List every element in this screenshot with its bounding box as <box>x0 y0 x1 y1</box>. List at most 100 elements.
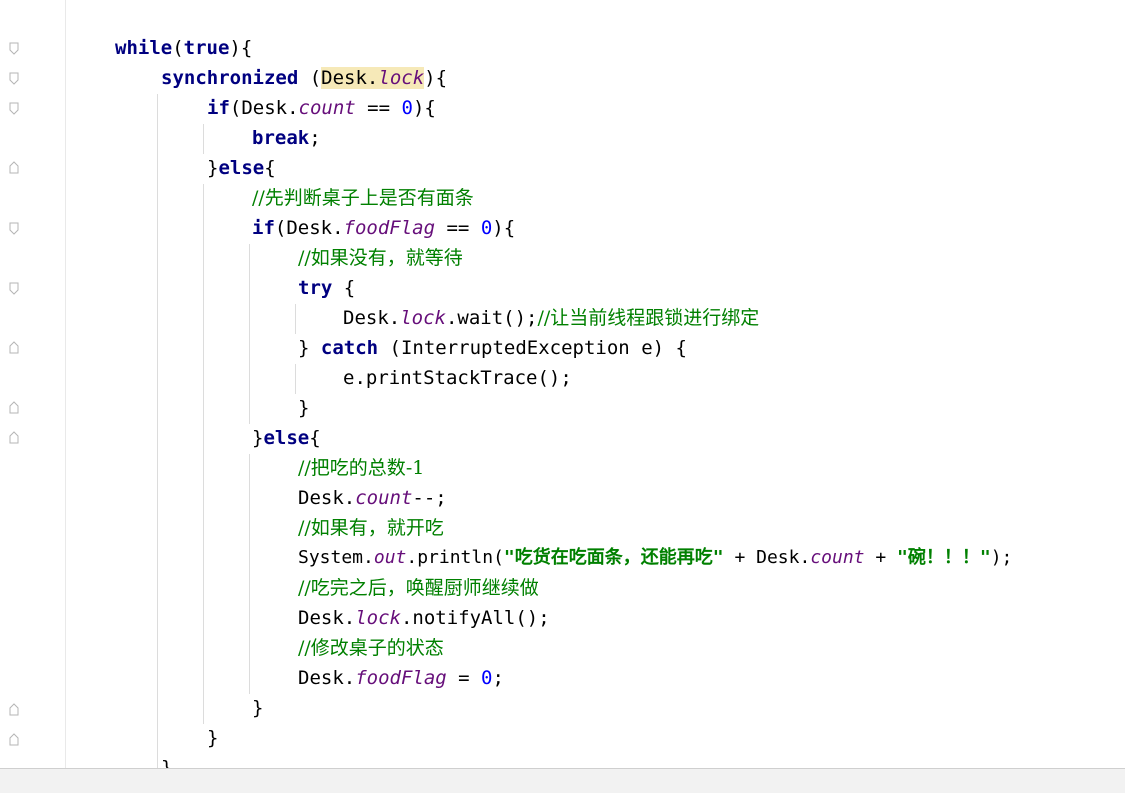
code-token: } <box>252 697 264 719</box>
code-token: ( <box>172 37 184 59</box>
code-token: } <box>207 157 219 179</box>
indent-guide <box>295 364 296 394</box>
fold-end-icon[interactable] <box>9 732 19 746</box>
code-token: //先判断桌子上是否有面条 <box>252 187 474 209</box>
code-token: .wait(); <box>445 307 538 329</box>
fold-end-icon[interactable] <box>9 702 19 716</box>
fold-end-icon[interactable] <box>9 400 19 414</box>
code-token: count <box>355 487 413 509</box>
fold-icon[interactable] <box>9 72 19 86</box>
gutter-separator <box>65 0 66 768</box>
code-token: (Desk. <box>229 97 299 119</box>
code-token: --; <box>412 487 447 509</box>
code-token: //如果有，就开吃 <box>298 517 444 539</box>
code-line[interactable]: Desk.lock.notifyAll(); <box>298 603 550 633</box>
code-token: //修改桌子的状态 <box>298 637 444 659</box>
code-token: ){ <box>492 217 516 239</box>
code-token: System. <box>298 547 374 568</box>
code-token: true <box>183 37 230 59</box>
code-token: + Desk. <box>723 547 811 568</box>
horizontal-scrollbar[interactable] <box>0 768 1125 793</box>
fold-end-icon[interactable] <box>9 340 19 354</box>
indent-guide <box>157 94 158 768</box>
code-token: while <box>115 37 173 59</box>
code-token: + <box>864 547 898 568</box>
code-line[interactable]: e.printStackTrace(); <box>343 363 572 393</box>
fold-end-icon[interactable] <box>9 160 19 174</box>
code-token: } <box>298 397 310 419</box>
code-line[interactable]: //修改桌子的状态 <box>298 633 444 663</box>
code-line[interactable]: //如果没有，就等待 <box>298 243 463 273</box>
code-token: } <box>207 727 219 749</box>
code-token: "吃货在吃面条，还能再吃" <box>503 547 724 568</box>
code-token: } <box>161 757 173 768</box>
code-editor[interactable]: while(true){ synchronized (Desk.lock){ i… <box>0 0 1125 768</box>
code-token: } <box>252 427 264 449</box>
code-line[interactable]: while(true){ <box>115 33 252 63</box>
code-token: -1 <box>405 457 425 479</box>
code-token: .println( <box>406 547 504 568</box>
code-token: //把吃的总数 <box>298 457 406 479</box>
code-line[interactable]: break; <box>252 123 321 153</box>
code-token: ){ <box>424 67 448 89</box>
code-token: } <box>298 337 321 359</box>
fold-icon[interactable] <box>9 222 19 236</box>
code-token: if <box>207 97 230 119</box>
code-line[interactable]: } <box>298 393 309 423</box>
code-token: else <box>218 157 265 179</box>
code-token: ; <box>309 127 321 149</box>
code-token: else <box>263 427 310 449</box>
code-line[interactable]: //把吃的总数-1 <box>298 453 424 483</box>
code-line[interactable]: System.out.println("吃货在吃面条，还能再吃" + Desk.… <box>298 543 1012 573</box>
code-token: try <box>298 277 333 299</box>
code-token: 0 <box>481 667 493 689</box>
code-token: { <box>309 427 321 449</box>
code-token: Desk. <box>298 607 356 629</box>
code-line[interactable]: } catch (InterruptedException e) { <box>298 333 687 363</box>
indent-guide <box>249 454 250 694</box>
code-token: //让当前线程跟锁进行绑定 <box>537 307 760 329</box>
code-line[interactable]: synchronized (Desk.lock){ <box>161 63 447 93</box>
code-token: { <box>264 157 276 179</box>
code-token: ); <box>990 547 1013 568</box>
indent-guide <box>249 244 250 424</box>
code-token: ){ <box>229 37 253 59</box>
code-token: //吃完之后，唤醒厨师继续做 <box>298 577 539 599</box>
code-token: { <box>332 277 356 299</box>
fold-end-icon[interactable] <box>9 430 19 444</box>
code-line[interactable]: if(Desk.foodFlag == 0){ <box>252 213 515 243</box>
indent-guide <box>203 184 204 724</box>
code-token: Desk. <box>298 667 356 689</box>
code-token: = <box>446 667 482 689</box>
code-line[interactable]: try { <box>298 273 355 303</box>
code-token: Desk. <box>298 487 356 509</box>
code-line[interactable]: //吃完之后，唤醒厨师继续做 <box>298 573 539 603</box>
code-line[interactable]: }else{ <box>252 423 321 453</box>
code-token: e.printStackTrace(); <box>343 367 572 389</box>
code-line[interactable]: //如果有，就开吃 <box>298 513 444 543</box>
code-token: (Desk. <box>274 217 344 239</box>
code-line[interactable]: }else{ <box>207 153 276 183</box>
code-line[interactable]: } <box>161 753 172 768</box>
fold-icon[interactable] <box>9 102 19 116</box>
fold-icon[interactable] <box>9 282 19 296</box>
code-line[interactable]: if(Desk.count == 0){ <box>207 93 436 123</box>
code-token: 0 <box>480 217 493 239</box>
code-line[interactable]: } <box>252 693 263 723</box>
code-line[interactable]: Desk.count--; <box>298 483 447 513</box>
code-token: ( <box>298 67 322 89</box>
code-line[interactable]: Desk.foodFlag = 0; <box>298 663 504 693</box>
code-line[interactable]: //先判断桌子上是否有面条 <box>252 183 474 213</box>
code-token: == <box>435 217 481 239</box>
code-token: foodFlag <box>355 667 447 689</box>
code-token: (InterruptedException e) { <box>378 337 687 359</box>
fold-icon[interactable] <box>9 42 19 56</box>
code-token: ){ <box>412 97 436 119</box>
code-line[interactable]: Desk.lock.wait();//让当前线程跟锁进行绑定 <box>343 303 759 333</box>
code-token: synchronized <box>161 67 299 89</box>
code-token: lock <box>400 307 446 329</box>
code-token: catch <box>320 337 379 359</box>
code-token: foodFlag <box>343 217 436 239</box>
code-line[interactable]: } <box>207 723 218 753</box>
code-token: ; <box>492 667 504 689</box>
